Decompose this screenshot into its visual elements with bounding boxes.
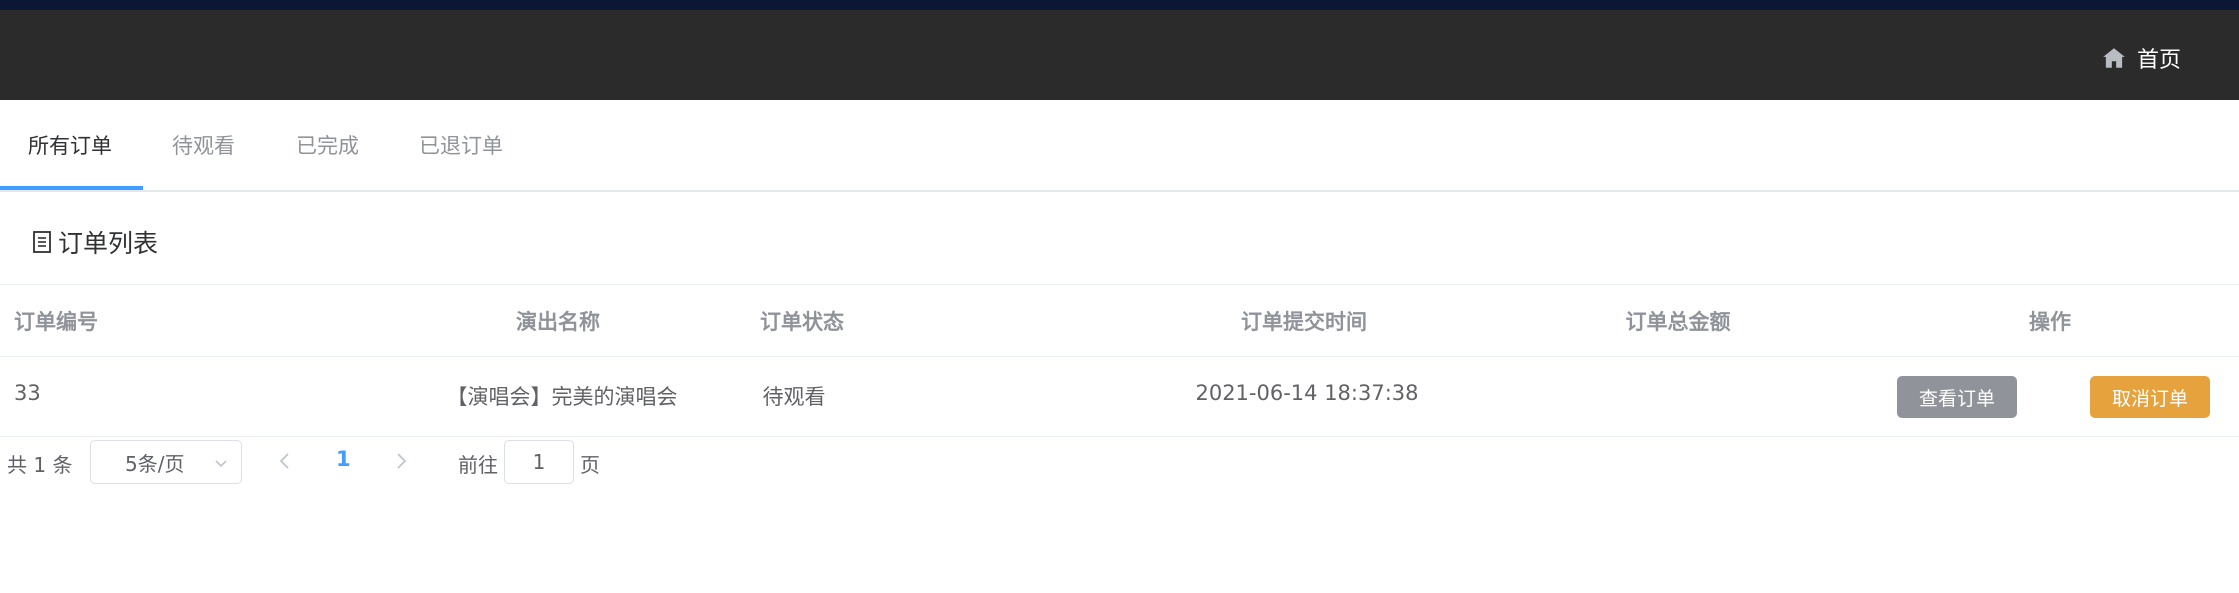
col-actions: 操作 [2029, 310, 2071, 334]
total-count: 共 1 条 [7, 453, 73, 477]
view-order-button[interactable]: 查看订单 [1897, 376, 2017, 418]
order-tabs: 所有订单 待观看 已完成 已退订单 [0, 100, 2239, 192]
tab-completed[interactable]: 已完成 [296, 100, 359, 192]
chevron-down-icon [215, 460, 227, 468]
divider [0, 284, 2239, 285]
home-link[interactable]: 首页 [2101, 40, 2181, 76]
tab-to-watch[interactable]: 待观看 [172, 100, 235, 192]
document-icon [33, 231, 51, 253]
home-icon [2103, 48, 2125, 68]
order-id-cell: 33 [14, 381, 41, 405]
col-total-amount: 订单总金额 [1625, 310, 1731, 334]
prev-page-icon[interactable] [274, 450, 296, 472]
col-show-name: 演出名称 [516, 310, 600, 334]
page-size-select[interactable]: 5条/页 [90, 440, 242, 484]
submit-time-cell: 2021-06-14 18:37:38 [1195, 381, 1419, 405]
pagination: 共 1 条 5条/页 1 前往 页 [0, 437, 2239, 487]
app-header: 首页 [0, 10, 2239, 100]
list-header: 订单列表 [32, 224, 158, 260]
col-status: 订单状态 [760, 310, 844, 334]
goto-suffix: 页 [580, 453, 600, 477]
tab-all-orders[interactable]: 所有订单 [28, 100, 112, 192]
tab-refunded[interactable]: 已退订单 [419, 100, 503, 192]
home-label: 首页 [2136, 48, 2181, 73]
top-strip [0, 0, 2239, 10]
col-submit-time: 订单提交时间 [1241, 310, 1367, 334]
show-name-cell: 【演唱会】完美的演唱会 [446, 385, 678, 409]
status-cell: 待观看 [762, 385, 826, 409]
active-tab-indicator [0, 186, 143, 190]
header-divider [0, 356, 2239, 357]
list-title: 订单列表 [58, 229, 159, 258]
goto-page-input[interactable] [504, 440, 574, 484]
cancel-order-button[interactable]: 取消订单 [2090, 376, 2210, 418]
goto-label: 前往 [458, 453, 498, 477]
col-order-id: 订单编号 [14, 310, 98, 334]
page-size-value: 5条/页 [125, 451, 185, 476]
next-page-icon[interactable] [390, 450, 412, 472]
page-number-current[interactable]: 1 [336, 447, 351, 471]
